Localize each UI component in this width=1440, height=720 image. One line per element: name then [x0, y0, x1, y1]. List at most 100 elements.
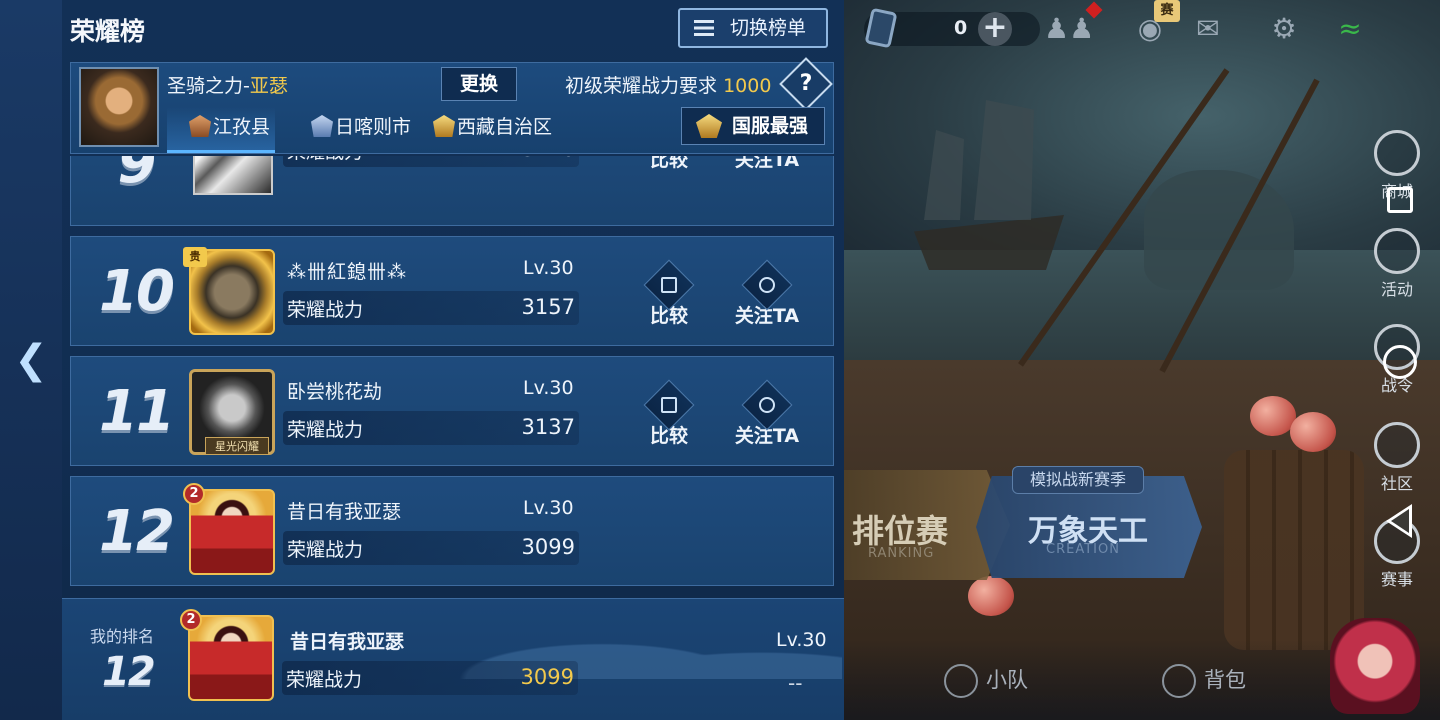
power-value: 3176	[522, 156, 575, 161]
gold-emblem-icon	[433, 115, 455, 137]
menu-events-label: 赛事	[1380, 570, 1413, 589]
peach	[968, 576, 1014, 616]
compare-button[interactable]: 比较	[629, 259, 709, 328]
help-button[interactable]: ?	[779, 57, 833, 111]
tab-city-label: 日喀则市	[335, 116, 412, 138]
tab-city[interactable]: 日喀则市	[311, 107, 429, 153]
power-label: 荣耀战力	[286, 669, 363, 691]
requirement-label: 初级荣耀战力要求	[565, 75, 718, 97]
player-name: ⁂卌紅鎴卌⁂	[287, 261, 408, 283]
compare-button[interactable]: 比较	[629, 379, 709, 448]
follow-button[interactable]: 关注TA	[727, 259, 807, 328]
follow-label: 关注TA	[734, 156, 800, 171]
team-button[interactable]: 小队	[944, 664, 1028, 698]
menu-community[interactable]: 社区	[1355, 422, 1439, 494]
rank-number: 10	[99, 259, 175, 324]
player-avatar[interactable]	[189, 489, 275, 575]
power-value: 3099	[521, 535, 575, 559]
menu-community-label: 社区	[1380, 474, 1413, 493]
switch-list-button[interactable]: 切换榜单	[678, 8, 828, 48]
rock-island	[1144, 170, 1294, 290]
rank-number: 12	[99, 499, 175, 564]
my-power-bar: 荣耀战力 3099	[282, 661, 578, 695]
avatar-frame-tag: 星光闪耀	[205, 437, 269, 455]
back-nav-icon[interactable]	[1386, 504, 1412, 538]
creation-mode-subtitle: CREATION	[1046, 542, 1120, 557]
switch-list-label: 切换榜单	[730, 17, 807, 39]
my-avatar[interactable]	[188, 615, 274, 701]
shop-icon	[1374, 130, 1420, 176]
hero-header: 圣骑之力-亚瑟 更换 初级荣耀战力要求 1000 ? 江孜县 日喀则市 西藏自治…	[70, 57, 834, 154]
friends-icon[interactable]: ♟♟	[1044, 12, 1094, 46]
player-level: Lv.30	[523, 377, 574, 399]
gem-count: 0	[954, 17, 968, 39]
player-name: 卧尝桃花劫	[287, 381, 383, 403]
tab-region-label: 西藏自治区	[457, 116, 553, 138]
my-rank-number: 12	[102, 649, 156, 695]
add-currency-button[interactable]: +	[978, 12, 1012, 46]
gear-icon[interactable]: ⚙	[1264, 12, 1304, 46]
recent-apps-icon[interactable]	[1387, 187, 1413, 213]
character-avatar[interactable]	[1330, 618, 1420, 714]
left-strip: ❮	[0, 0, 62, 720]
list-item[interactable]: 12 2 昔日有我亚瑟 Lv.30 荣耀战力 3099	[70, 476, 834, 586]
player-level: Lv.30	[523, 257, 574, 279]
my-name: 昔日有我亚瑟	[290, 631, 405, 653]
change-hero-button[interactable]: 更换	[441, 67, 517, 101]
noble-badge: 贵	[183, 247, 207, 267]
power-label: 荣耀战力	[287, 299, 364, 321]
list-icon	[694, 20, 714, 36]
my-extra-value: --	[788, 671, 803, 695]
rank-number: 11	[99, 379, 175, 444]
ranked-mode-subtitle: RANKING	[868, 546, 935, 561]
flag-icon	[944, 664, 978, 698]
bag-button[interactable]: 背包	[1162, 664, 1246, 698]
mail-icon[interactable]: ✉	[1188, 12, 1228, 46]
my-level: Lv.30	[776, 629, 827, 651]
collapse-arrow-icon[interactable]: ❮	[14, 340, 48, 380]
home-icon[interactable]	[1383, 345, 1417, 379]
hero-skin-name: 圣骑之力-	[167, 75, 250, 97]
menu-activity[interactable]: 活动	[1355, 228, 1439, 300]
top-status-bar: 0 + ♟♟ ◉ 赛 ✉ ⚙ ≈	[844, 0, 1440, 58]
wifi-icon: ≈	[1338, 12, 1362, 45]
ranking-list[interactable]: 9 荣耀战力 3176 比较 关注TA 10 贵 ⁂卌紅鎴卌⁂ Lv.30 荣	[70, 156, 834, 596]
tab-region[interactable]: 西藏自治区	[433, 107, 573, 153]
tab-county-label: 江孜县	[213, 116, 271, 138]
national-best-button[interactable]: 国服最强	[681, 107, 825, 145]
power-label: 荣耀战力	[287, 156, 363, 164]
crown-emblem-icon	[696, 114, 722, 138]
power-label: 荣耀战力	[287, 419, 364, 441]
list-item[interactable]: 10 贵 ⁂卌紅鎴卌⁂ Lv.30 荣耀战力 3157 比较 关注TA	[70, 236, 834, 346]
new-season-tag: 模拟战新赛季	[1012, 466, 1144, 494]
power-bar: 荣耀战力 3157	[283, 291, 579, 325]
bronze-emblem-icon	[189, 115, 211, 137]
list-item[interactable]: 9 荣耀战力 3176 比较 关注TA	[70, 156, 834, 226]
compare-label: 比较	[649, 156, 688, 171]
sai-badge: 赛	[1154, 0, 1180, 22]
my-level-badge: 2	[180, 609, 202, 631]
follow-button[interactable]: 关注TA	[727, 379, 807, 448]
player-avatar[interactable]	[193, 156, 273, 195]
list-item[interactable]: 11 星光闪耀 卧尝桃花劫 Lv.30 荣耀战力 3137 比较 关注TA	[70, 356, 834, 466]
help-icon: ?	[799, 71, 813, 96]
my-rank-bar: 我的排名 12 2 昔日有我亚瑟 Lv.30 荣耀战力 3099 --	[62, 598, 844, 720]
compare-button[interactable]: 比较	[629, 156, 709, 172]
honor-ranking-panel: 荣耀榜 切换榜单 圣骑之力-亚瑟 更换 初级荣耀战力要求 1000 ? 江孜县 …	[62, 0, 844, 720]
power-bar: 荣耀战力 3099	[283, 531, 579, 565]
peach	[1290, 412, 1336, 452]
barrel	[1224, 450, 1364, 650]
player-level: Lv.30	[523, 497, 574, 519]
follow-button[interactable]: 关注TA	[727, 156, 807, 172]
community-icon	[1374, 422, 1420, 468]
hero-name: 亚瑟	[249, 75, 288, 97]
power-bar: 荣耀战力 3137	[283, 411, 579, 445]
my-power-value: 3099	[520, 665, 574, 689]
page-title: 荣耀榜	[70, 17, 146, 46]
hero-portrait	[79, 67, 159, 147]
tab-county[interactable]: 江孜县	[167, 107, 275, 153]
game-lobby-background	[844, 0, 1440, 720]
level-badge: 2	[183, 483, 205, 505]
menu-activity-label: 活动	[1380, 280, 1413, 299]
requirement-value: 1000	[723, 75, 772, 97]
